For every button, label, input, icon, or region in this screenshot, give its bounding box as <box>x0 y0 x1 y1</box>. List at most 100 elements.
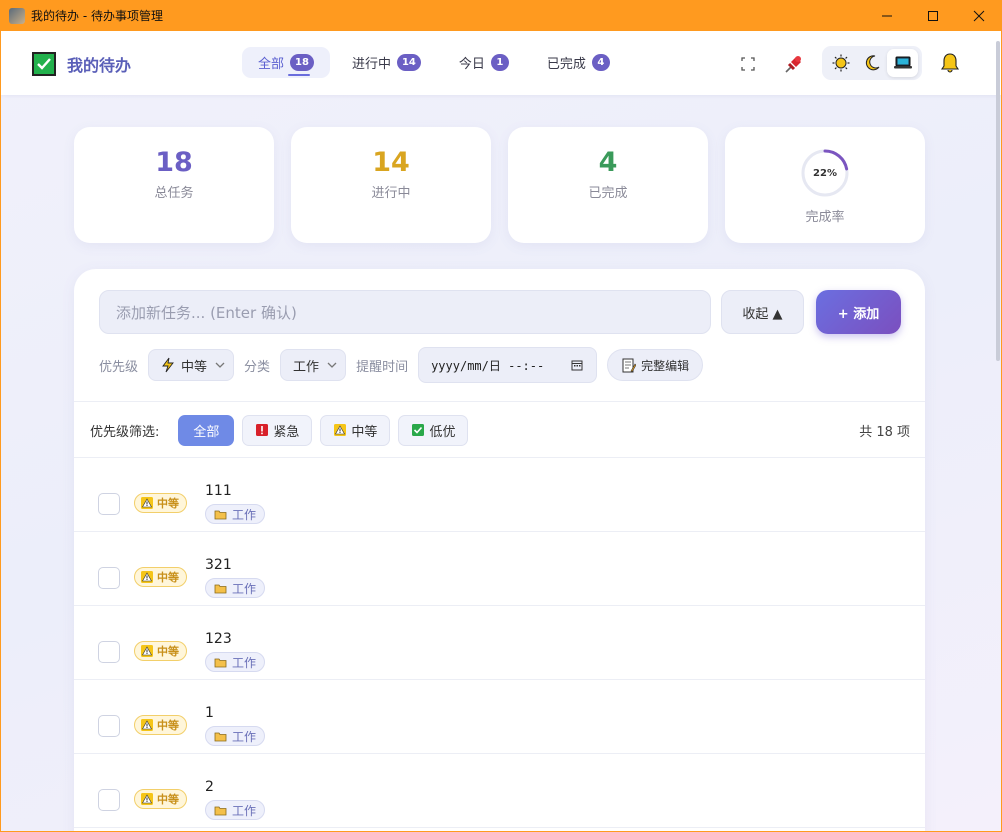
theme-light-button[interactable] <box>825 49 856 77</box>
warning-icon <box>141 571 153 583</box>
theme-switcher <box>822 46 922 80</box>
priority-label: 优先级 <box>99 359 139 375</box>
priority-badge-label: 中等 <box>157 645 179 658</box>
task-title[interactable]: 1 <box>205 705 214 721</box>
stat-total-value: 18 <box>155 147 193 178</box>
stat-in-progress-label: 进行中 <box>371 186 411 201</box>
chevron-down-icon <box>327 362 337 368</box>
nav-tabs: 全部 18 进行中 14 今日 1 已完成 4 <box>242 47 632 78</box>
priority-badge: 中等 <box>134 493 187 513</box>
new-task-input[interactable]: 添加新任务... (Enter 确认) <box>99 290 711 334</box>
category-select-value: 工作 <box>293 359 320 375</box>
window-controls <box>864 0 1002 31</box>
priority-badge-label: 中等 <box>157 793 179 806</box>
category-tag-label: 工作 <box>232 729 257 744</box>
tab-count-badge: 14 <box>396 54 421 71</box>
fullscreen-button[interactable] <box>738 54 758 74</box>
category-tag: 工作 <box>205 504 266 524</box>
tab-count-badge: 18 <box>290 54 314 71</box>
tab-count-badge: 1 <box>490 54 509 71</box>
task-title[interactable]: 123 <box>205 631 232 647</box>
completion-ring: 22% <box>800 148 850 198</box>
close-button[interactable] <box>956 0 1002 31</box>
folder-icon <box>214 806 227 815</box>
category-label: 分类 <box>244 359 271 375</box>
filter-chip-medium[interactable]: 中等 <box>320 414 391 446</box>
category-tag: 工作 <box>205 726 266 746</box>
tab-all[interactable]: 全部 18 <box>242 47 330 78</box>
notifications-button[interactable] <box>938 51 962 75</box>
task-title[interactable]: 2 <box>205 779 214 795</box>
filter-chip-low[interactable]: 低优 <box>398 414 469 446</box>
minimize-icon <box>882 15 892 16</box>
app-logo: 我的待办 <box>32 52 131 76</box>
task-checkbox[interactable] <box>98 641 120 663</box>
warning-icon <box>141 497 153 509</box>
stat-card-rate: 22% 完成率 <box>725 127 925 243</box>
tab-label: 进行中 <box>351 57 391 72</box>
folder-icon <box>214 732 227 741</box>
warning-icon <box>141 719 153 731</box>
divider <box>74 401 925 402</box>
category-tag-label: 工作 <box>232 803 257 818</box>
tab-completed[interactable]: 已完成 4 <box>531 47 626 78</box>
collapse-button[interactable]: 收起 ▲ <box>721 290 804 334</box>
add-task-button[interactable]: + 添加 <box>816 290 901 334</box>
reminder-datetime-input[interactable]: yyyy/mm/日 --:-- <box>418 347 598 383</box>
exclamation-icon <box>255 424 268 437</box>
priority-select[interactable]: 中等 <box>148 349 235 381</box>
task-count: 共 18 项 <box>859 424 910 440</box>
filter-chip-all[interactable]: 全部 <box>178 414 235 446</box>
scrollbar-thumb[interactable] <box>996 41 1000 361</box>
task-checkbox[interactable] <box>98 493 120 515</box>
task-row[interactable]: 中等 111 工作 <box>74 458 925 532</box>
category-tag: 工作 <box>205 578 266 598</box>
category-tag-label: 工作 <box>232 655 257 670</box>
page-scrollbar[interactable] <box>995 31 1001 831</box>
app-icon <box>9 7 25 24</box>
stat-rate-label: 完成率 <box>805 210 845 225</box>
category-tag: 工作 <box>205 800 266 820</box>
completion-rate-value: 22% <box>813 167 837 179</box>
warning-icon <box>141 645 153 657</box>
stat-in-progress-value: 14 <box>372 147 410 178</box>
stat-card-total: 18 总任务 <box>74 127 274 243</box>
maximize-icon <box>928 10 938 21</box>
folder-icon <box>214 584 227 593</box>
task-checkbox[interactable] <box>98 715 120 737</box>
tab-in-progress[interactable]: 进行中 14 <box>336 47 437 78</box>
pin-button[interactable] <box>781 51 807 77</box>
priority-filter-bar: 优先级筛选: 全部 紧急 中等 低优 共 18 项 <box>90 414 910 446</box>
category-select[interactable]: 工作 <box>280 349 347 381</box>
chevron-down-icon <box>215 362 225 368</box>
moon-icon <box>865 55 879 71</box>
warning-icon <box>141 793 153 805</box>
folder-icon <box>214 658 227 667</box>
task-row[interactable]: 中等 1 工作 <box>74 680 925 754</box>
task-checkbox[interactable] <box>98 789 120 811</box>
checkmark-icon <box>32 52 56 76</box>
full-edit-button[interactable]: 完整编辑 <box>607 349 704 381</box>
filter-chip-label: 全部 <box>193 424 220 440</box>
task-checkbox[interactable] <box>98 567 120 589</box>
theme-dark-button[interactable] <box>856 49 887 77</box>
filter-chip-urgent[interactable]: 紧急 <box>242 414 313 446</box>
task-title[interactable]: 111 <box>205 483 232 499</box>
stat-card-done: 4 已完成 <box>508 127 708 243</box>
sun-icon <box>832 54 849 72</box>
folder-icon <box>214 510 227 519</box>
task-row[interactable]: 中等 123 工作 <box>74 606 925 680</box>
maximize-button[interactable] <box>910 0 956 31</box>
close-icon <box>973 10 985 21</box>
task-row[interactable]: 中等 2 工作 <box>74 754 925 828</box>
app-header: 我的待办 全部 18 进行中 14 今日 1 已完成 4 <box>1 31 1001 95</box>
task-title[interactable]: 321 <box>205 557 232 573</box>
filter-chip-label: 低优 <box>429 424 456 440</box>
tab-today[interactable]: 今日 1 <box>443 47 525 78</box>
calendar-icon[interactable] <box>571 359 583 371</box>
task-row[interactable]: 中等 321 工作 <box>74 532 925 606</box>
minimize-button[interactable] <box>864 0 910 31</box>
stat-done-value: 4 <box>598 147 618 178</box>
app-client-area: 我的待办 全部 18 进行中 14 今日 1 已完成 4 18 总任务 14 进… <box>1 31 1001 831</box>
theme-system-button[interactable] <box>887 49 918 77</box>
